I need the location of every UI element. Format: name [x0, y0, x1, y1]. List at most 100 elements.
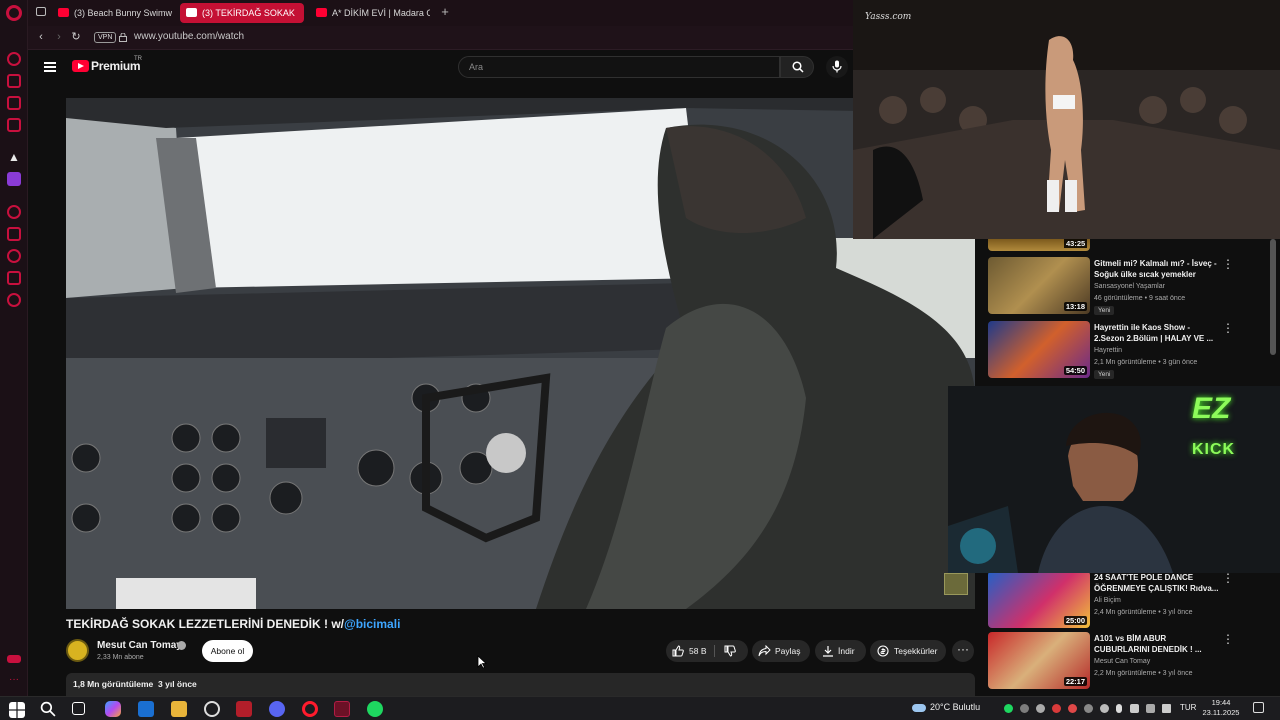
kebab-menu-icon[interactable]: ⋮	[1222, 633, 1234, 645]
hamburger-menu-icon[interactable]	[44, 62, 56, 72]
file-explorer-icon[interactable]	[171, 701, 187, 717]
steam-icon[interactable]	[204, 701, 220, 717]
notification-icon[interactable]	[1253, 702, 1264, 713]
network-icon[interactable]	[1146, 704, 1155, 713]
discord-icon[interactable]	[269, 701, 285, 717]
voice-search-button[interactable]	[826, 56, 848, 78]
weather-widget[interactable]: 20°C Bulutlu	[912, 702, 980, 712]
mail-icon[interactable]	[138, 701, 154, 717]
subscribe-button[interactable]: Abone ol	[202, 640, 253, 662]
tab-label: (3) TEKİRDAĞ SOKAK	[202, 8, 295, 18]
mention-link[interactable]: @bicimali	[344, 617, 400, 631]
clock-icon[interactable]	[7, 249, 21, 263]
extensions-icon[interactable]	[7, 271, 21, 285]
input-language[interactable]: TUR	[1180, 703, 1196, 712]
thumbnail[interactable]: 25:00	[988, 571, 1090, 628]
bookmarks-icon[interactable]	[7, 227, 21, 241]
recommendation-meta: 2,4 Mn görüntüleme • 3 yıl önce	[1094, 609, 1193, 616]
pinned-icon[interactable]: ▲	[7, 150, 21, 164]
twitch-icon[interactable]	[7, 172, 21, 186]
headset-icon[interactable]	[1130, 704, 1139, 713]
thumbnail[interactable]: 54:50	[988, 321, 1090, 378]
tray-icon[interactable]	[1020, 704, 1029, 713]
tab-menu-icon[interactable]	[36, 7, 46, 16]
recommendation-meta: 2,2 Mn görüntüleme • 3 yıl önce	[1094, 670, 1193, 677]
tray-icon[interactable]	[1084, 704, 1093, 713]
forward-button[interactable]: ›	[52, 30, 66, 44]
channel-watermark-icon[interactable]	[944, 573, 968, 595]
tray-icon[interactable]	[1036, 704, 1045, 713]
search-input[interactable]: Ara	[458, 56, 780, 78]
video-player[interactable]	[66, 98, 975, 609]
opera-logo-icon[interactable]	[6, 5, 22, 21]
like-icon[interactable]	[672, 645, 684, 657]
channel-name[interactable]: Mesut Can Tomay	[97, 640, 182, 651]
vpn-badge[interactable]: VPN	[94, 32, 117, 43]
download-label: İndir	[838, 646, 855, 656]
picture-in-picture-webcam[interactable]: EZ KICK	[948, 386, 1280, 573]
opera-icon[interactable]	[302, 701, 318, 717]
youtube-logo-icon[interactable]	[72, 60, 89, 72]
recommendation-channel[interactable]: Hayrettin	[1094, 347, 1122, 354]
search-button[interactable]	[780, 56, 814, 78]
recommendations-scrollbar[interactable]	[1270, 239, 1276, 355]
recommendation-title[interactable]: Hayrettin ile Kaos Show - 2.Sezon 2.Bölü…	[1094, 322, 1220, 344]
search-icon[interactable]	[40, 701, 56, 717]
kebab-menu-icon[interactable]: ⋮	[1222, 572, 1234, 584]
dislike-icon[interactable]	[724, 645, 736, 657]
tab-tekirdag[interactable]: (3) TEKİRDAĞ SOKAK	[180, 3, 304, 23]
tab-beach-bunny[interactable]: (3) Beach Bunny Swimwe	[52, 3, 172, 23]
reload-button[interactable]: ↻	[69, 30, 83, 44]
description-box[interactable]	[66, 673, 975, 696]
back-button[interactable]: ‹	[34, 30, 48, 44]
more-actions-button[interactable]: ···	[952, 640, 974, 662]
youtube-premium-label[interactable]: Premium	[91, 59, 141, 73]
settings-icon[interactable]	[7, 293, 21, 307]
tray-icon[interactable]	[1100, 704, 1109, 713]
recommendation-item[interactable]: 54:50 Hayrettin ile Kaos Show - 2.Sezon …	[988, 321, 1268, 381]
recommendation-channel[interactable]: Mesut Can Tomay	[1094, 658, 1150, 665]
instagram-icon[interactable]	[7, 96, 21, 110]
like-count[interactable]: 58 B	[689, 640, 707, 662]
kebab-menu-icon[interactable]: ⋮	[1222, 322, 1234, 334]
url-field[interactable]: www.youtube.com/watch	[134, 31, 244, 42]
thanks-button[interactable]: Teşekkürler	[870, 640, 946, 662]
new-tab-button[interactable]: +	[438, 3, 452, 21]
clock-time[interactable]: 19:44	[1206, 698, 1236, 707]
tray-icon[interactable]	[1068, 704, 1077, 713]
messenger-icon[interactable]	[7, 74, 21, 88]
windows-start-icon[interactable]	[9, 702, 25, 718]
download-button[interactable]: İndir	[815, 640, 866, 662]
thumbnail[interactable]: 13:18	[988, 257, 1090, 314]
tray-icon[interactable]	[1052, 704, 1061, 713]
share-button[interactable]: Paylaş	[752, 640, 810, 662]
channel-avatar[interactable]	[66, 639, 89, 662]
thumbnail[interactable]: 22:17	[988, 632, 1090, 689]
task-view-icon[interactable]	[72, 702, 85, 715]
clock-date[interactable]: 23.11.2025	[1198, 708, 1244, 717]
recommendation-item[interactable]: 13:18 Gitmeli mi? Kalmalı mı? - İsveç - …	[988, 257, 1268, 317]
microphone-icon[interactable]	[1116, 704, 1122, 713]
app-icon[interactable]	[236, 701, 252, 717]
recommendation-title[interactable]: A101 vs BİM ABUR CUBURLARINI DENEDİK ! .…	[1094, 633, 1220, 655]
recommendation-title[interactable]: Gitmeli mi? Kalmalı mı? - İsveç - Soğuk …	[1094, 258, 1220, 280]
recommendation-channel[interactable]: Sansasyonel Yaşamlar	[1094, 283, 1165, 290]
recommendation-item[interactable]: 22:17 A101 vs BİM ABUR CUBURLARINI DENED…	[988, 632, 1268, 692]
sidebar-more-icon[interactable]: ···	[9, 674, 19, 685]
copilot-icon[interactable]	[105, 701, 121, 717]
new-badge: Yeni	[1094, 370, 1115, 379]
history-icon[interactable]	[7, 205, 21, 219]
picture-in-picture-top[interactable]: Yasss.com	[853, 0, 1280, 239]
recommendation-item[interactable]: 25:00 24 SAAT'TE POLE DANCE ÖĞRENMEYE ÇA…	[988, 571, 1268, 631]
volume-icon[interactable]	[1162, 704, 1171, 713]
opera-gx-icon[interactable]	[334, 701, 350, 717]
spotify-icon[interactable]	[367, 701, 383, 717]
mail-icon[interactable]	[7, 118, 21, 132]
gx-icon[interactable]	[7, 655, 21, 663]
aria-icon[interactable]	[7, 52, 21, 66]
spotify-tray-icon[interactable]	[1004, 704, 1013, 713]
kebab-menu-icon[interactable]: ⋮	[1222, 258, 1234, 270]
recommendation-channel[interactable]: Ali Biçim	[1094, 597, 1121, 604]
recommendation-title[interactable]: 24 SAAT'TE POLE DANCE ÖĞRENMEYE ÇALIŞTIK…	[1094, 572, 1220, 594]
tab-dikim-evi[interactable]: A* DİKİM EVİ | Madara Ol	[310, 3, 430, 23]
